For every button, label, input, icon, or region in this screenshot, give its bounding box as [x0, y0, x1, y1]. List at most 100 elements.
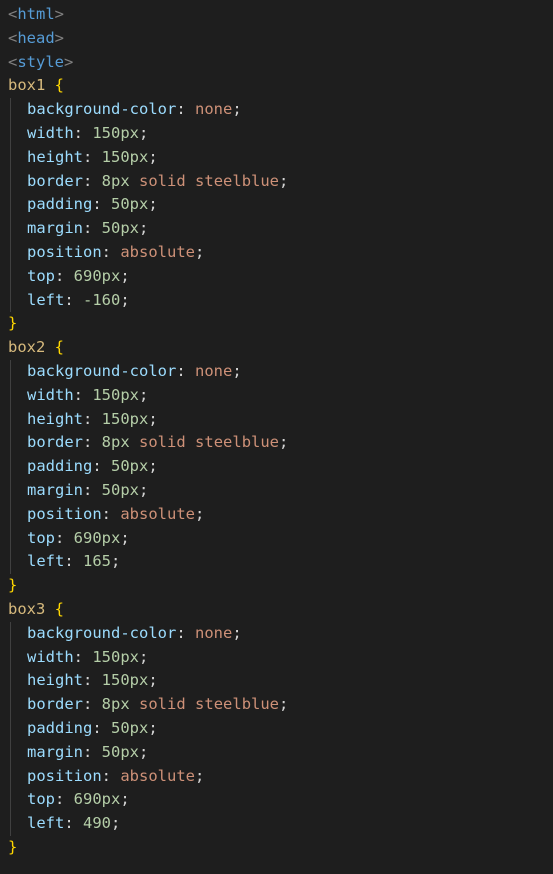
code-line-declaration: position: absolute; — [0, 240, 553, 265]
css-property: width — [27, 385, 74, 404]
colon: : — [64, 814, 83, 833]
colon: : — [83, 433, 102, 452]
css-property: margin — [27, 480, 83, 499]
css-value: 50px — [101, 480, 139, 499]
indent-guide — [10, 407, 11, 432]
code-line-declaration: width: 150px; — [0, 383, 553, 408]
css-value: 690px — [73, 266, 121, 285]
tag-open-bracket: < — [8, 5, 18, 23]
css-value: 150px — [101, 671, 149, 690]
css-value: 690px — [73, 528, 121, 547]
code-line-selector: box2 { — [0, 336, 553, 360]
css-property: background-color — [27, 361, 177, 380]
css-value: none — [194, 100, 233, 119]
css-value: none — [194, 623, 233, 642]
css-property: height — [27, 147, 83, 166]
css-property: border — [27, 171, 83, 190]
code-line-close: } — [0, 836, 553, 860]
indent-guide — [10, 359, 11, 384]
code-editor[interactable]: <html> <head> <style> box1 {background-colo… — [0, 0, 553, 874]
colon: : — [55, 790, 74, 809]
colon: : — [83, 171, 102, 190]
indent-guide — [10, 502, 11, 527]
colon: : — [73, 647, 93, 666]
code-line-declaration: margin: 50px; — [0, 478, 553, 503]
indent-guide — [10, 145, 11, 170]
colon: : — [55, 528, 74, 547]
semicolon: ; — [139, 123, 149, 142]
css-property: top — [27, 790, 55, 809]
semicolon: ; — [148, 195, 158, 214]
open-brace: { — [54, 599, 65, 618]
colon: : — [83, 695, 102, 714]
css-value: absolute — [120, 766, 195, 785]
code-line-tag: <html> — [0, 3, 553, 27]
semicolon: ; — [139, 219, 149, 238]
code-line-declaration: background-color: none; — [0, 98, 553, 122]
semicolon: ; — [232, 623, 242, 642]
code-line-declaration: position: absolute; — [0, 502, 553, 527]
colon: : — [92, 195, 111, 214]
tag-close-bracket: > — [54, 5, 65, 23]
css-property: width — [27, 647, 74, 666]
css-property: position — [27, 766, 102, 785]
code-line-declaration: padding: 50px; — [0, 716, 553, 741]
colon: : — [73, 123, 93, 142]
colon: : — [83, 409, 102, 428]
indent-guide — [10, 550, 11, 575]
colon: : — [92, 718, 111, 737]
css-value: -160 — [83, 290, 121, 309]
css-value: 150px — [92, 123, 140, 142]
colon: : — [83, 480, 102, 499]
indent-guide — [10, 740, 11, 765]
css-property: position — [27, 504, 102, 523]
indent-guide — [10, 621, 11, 646]
css-value: 50px — [101, 742, 139, 761]
indent-guide — [10, 788, 11, 813]
css-value: 50px — [101, 219, 139, 238]
indent-guide — [10, 526, 11, 551]
indent-guide — [10, 431, 11, 456]
css-property: background-color — [27, 623, 177, 642]
semicolon: ; — [148, 409, 158, 428]
tag-name: html — [17, 5, 55, 23]
semicolon: ; — [279, 695, 289, 714]
indent-guide — [10, 169, 11, 194]
indent-guide — [10, 669, 11, 694]
indent-guide — [10, 693, 11, 717]
code-line-declaration: padding: 50px; — [0, 455, 553, 479]
css-property: left — [27, 290, 65, 309]
indent-guide — [10, 764, 11, 789]
close-brace: } — [8, 576, 18, 595]
colon: : — [83, 219, 102, 238]
code-line-declaration: left: 490; — [0, 812, 553, 836]
semicolon: ; — [232, 100, 242, 119]
code-line-declaration: background-color: none; — [0, 359, 553, 384]
indent-guide — [10, 121, 11, 146]
code-line-close: } — [0, 312, 553, 336]
css-property: border — [27, 433, 83, 452]
colon: : — [83, 742, 102, 761]
css-property: top — [27, 528, 55, 547]
css-property: top — [27, 266, 55, 285]
semicolon: ; — [148, 718, 158, 737]
css-property: padding — [27, 718, 93, 737]
code-line-declaration: width: 150px; — [0, 121, 553, 146]
code-line-declaration: background-color: none; — [0, 621, 553, 646]
semicolon: ; — [279, 433, 289, 452]
code-line-declaration: margin: 50px; — [0, 217, 553, 241]
semicolon: ; — [111, 814, 121, 833]
semicolon: ; — [120, 266, 130, 285]
colon: : — [64, 290, 83, 309]
indent-guide — [10, 812, 11, 836]
css-selector: box3 — [8, 599, 46, 618]
semicolon: ; — [139, 742, 149, 761]
colon: : — [64, 552, 83, 571]
colon: : — [176, 361, 195, 380]
code-line-tag: <style> — [0, 51, 553, 75]
css-value: 490 — [83, 814, 111, 833]
code-line-declaration: top: 690px; — [0, 788, 553, 813]
css-value: 8px solid steelblue — [101, 695, 280, 714]
tag-name: style — [17, 52, 65, 71]
code-line-declaration: border: 8px solid steelblue; — [0, 431, 553, 456]
